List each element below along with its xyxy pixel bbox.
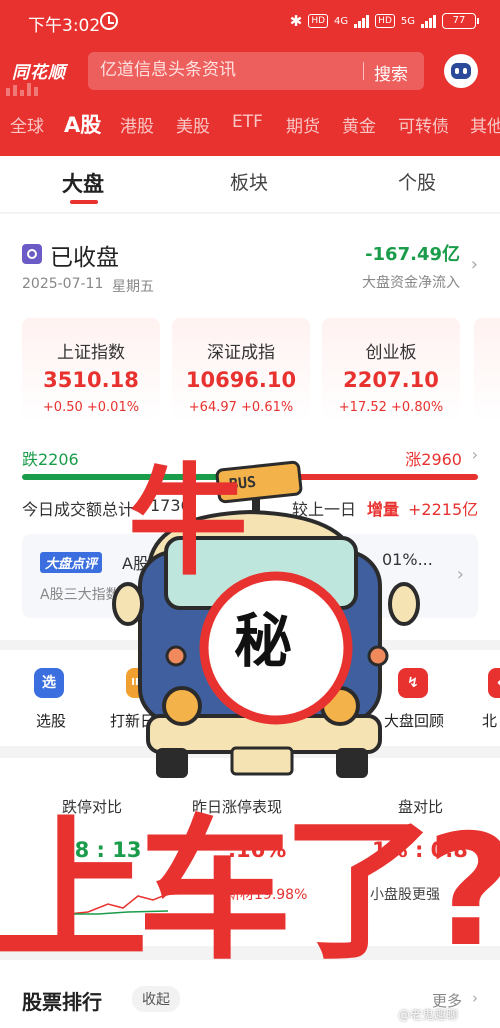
market-tab-etf[interactable]: ETF	[232, 112, 263, 132]
market-date: 2025-07-11	[22, 276, 104, 292]
turnover-value: 1736	[150, 496, 191, 515]
breadth-bar-down	[22, 474, 217, 480]
limit-compare-title[interactable]: 跌停对比	[62, 796, 122, 817]
logo-decoration	[6, 83, 38, 96]
hd-badge-2: HD	[375, 14, 395, 28]
robot-icon[interactable]	[444, 54, 478, 88]
index-value: 3510.18	[43, 368, 139, 392]
index-name: 深证成指	[207, 343, 275, 363]
robot-face	[451, 63, 471, 79]
network-label: 4G	[334, 15, 349, 27]
market-tab-us[interactable]: 美股	[176, 112, 210, 137]
index-card-shenzhen[interactable]: 深证成指 10696.10 +64.97 +0.61%	[172, 318, 310, 422]
index-change: +64.97 +0.61%	[188, 400, 294, 415]
market-tab-a-share[interactable]: A股	[64, 112, 101, 139]
market-status-title: 已收盘	[50, 245, 119, 271]
collapse-button[interactable]: 收起	[132, 986, 180, 1012]
app-logo[interactable]: 同花顺	[12, 58, 66, 83]
market-closed-icon	[22, 244, 42, 264]
index-card-shanghai[interactable]: 上证指数 3510.18 +0.50 +0.01%	[22, 318, 160, 422]
market-tabs: 全球 A股 港股 美股 ETF 期货 黄金 可转债 其他	[0, 112, 500, 144]
comment-title: A股	[122, 554, 149, 573]
limit-compare-chart	[68, 893, 168, 915]
watermark: @老鬼趣聊	[397, 1008, 458, 1022]
network-label-2: 5G	[400, 15, 415, 27]
battery-icon: 77	[442, 13, 479, 29]
bluetooth-icon: ✱	[289, 12, 303, 30]
limit-up-perf-sub-text: 新材19.98%	[226, 887, 308, 903]
chevron-right-icon[interactable]: ›	[472, 445, 478, 464]
northbound-icon[interactable]: ↔	[488, 668, 500, 698]
subtab-sectors[interactable]: 板块	[230, 168, 268, 195]
shortcut-northbound[interactable]: 北	[482, 710, 497, 731]
chevron-right-icon[interactable]: ›	[471, 254, 478, 275]
decliners-count: 跌2206	[22, 450, 79, 469]
signal-icon	[354, 14, 370, 28]
market-tab-gold[interactable]: 黄金	[342, 112, 376, 137]
status-time: 下午3:02	[28, 16, 101, 36]
shortcut-ipo[interactable]: 打新日	[110, 710, 155, 731]
comment-subtitle: A股三大指数今	[40, 587, 134, 603]
net-flow-label[interactable]: 大盘资金净流入	[362, 272, 460, 292]
comment-percent: 01%...	[382, 550, 433, 569]
size-compare-value: 1% : 0.8	[372, 838, 468, 862]
size-compare-sub: 小盘股更强	[370, 887, 440, 903]
signal-icon-2	[421, 14, 436, 28]
index-value: 10696.10	[185, 368, 297, 392]
subtab-indicator	[70, 200, 98, 204]
index-change: +0.50 +0.01%	[42, 400, 140, 415]
market-tab-futures[interactable]: 期货	[286, 112, 320, 137]
index-value: 2207.10	[343, 368, 439, 392]
status-indicators: ✱ HD 4G HD 5G 77	[289, 12, 479, 30]
net-flow-value[interactable]: -167.49亿	[365, 240, 460, 266]
status-bar: 下午3:02 ✱ HD 4G HD 5G 77	[0, 0, 500, 44]
search-input[interactable]	[100, 60, 350, 80]
search-button[interactable]: 搜索	[374, 60, 408, 85]
market-weekday: 星期五	[112, 279, 154, 295]
select-stock-icon[interactable]: 选	[34, 668, 64, 698]
advancers-count[interactable]: 涨2960	[405, 446, 462, 470]
shortcut-select-stock[interactable]: 选股	[36, 710, 66, 731]
market-tab-convertible[interactable]: 可转债	[398, 112, 449, 137]
ipo-icon[interactable]: IPO	[126, 668, 156, 698]
search-divider	[363, 62, 364, 80]
index-name: 创业板	[365, 343, 417, 363]
index-change: +17.52 +0.80%	[338, 400, 444, 415]
chevron-right-icon[interactable]: ›	[472, 989, 478, 1007]
limit-up-perf-sub: 新材19.98%	[226, 884, 307, 904]
market-tab-hk[interactable]: 港股	[120, 112, 154, 137]
limit-up-perf-title[interactable]: 昨日涨停表现	[192, 796, 282, 817]
market-review-icon[interactable]: ↯	[398, 668, 428, 698]
market-comment-card[interactable]: 大盘点评 A股 01%... A股三大指数今 ›	[22, 534, 478, 618]
turnover-compare-label: 较上一日	[292, 500, 357, 519]
alarm-icon	[100, 12, 118, 30]
search-box[interactable]: 搜索	[88, 52, 424, 90]
index-name: 上证指数	[57, 343, 125, 363]
turnover-compare-value: +2215亿	[408, 500, 479, 519]
subtab-stocks[interactable]: 个股	[398, 168, 436, 195]
size-compare-title[interactable]: 盘对比	[398, 796, 443, 817]
turnover-label: 今日成交额总计	[22, 500, 135, 519]
hd-badge: HD	[308, 14, 329, 28]
app-header: 下午3:02 ✱ HD 4G HD 5G 77 同花顺 搜索 全球 A股 港股 …	[0, 0, 500, 156]
ranking-title: 股票排行	[22, 990, 102, 1014]
subtab-market[interactable]: 大盘	[62, 168, 104, 198]
market-tab-global[interactable]: 全球	[10, 112, 44, 137]
index-card-chinext[interactable]: 创业板 2207.10 +17.52 +0.80%	[322, 318, 460, 422]
index-card-next[interactable]	[474, 318, 500, 422]
breadth-bar-up	[216, 474, 478, 480]
comment-badge: 大盘点评	[40, 552, 103, 573]
market-tab-other[interactable]: 其他	[470, 112, 500, 137]
chevron-right-icon[interactable]: ›	[457, 564, 464, 585]
limit-up-perf-value: .16%	[228, 838, 287, 862]
limit-compare-value: 68 : 13	[60, 838, 142, 862]
shortcut-grid	[0, 650, 500, 746]
turnover-compare-tag: 增量	[367, 500, 400, 519]
breadth-bar	[22, 474, 478, 480]
shortcut-market-review[interactable]: 大盘回顾	[384, 710, 444, 731]
